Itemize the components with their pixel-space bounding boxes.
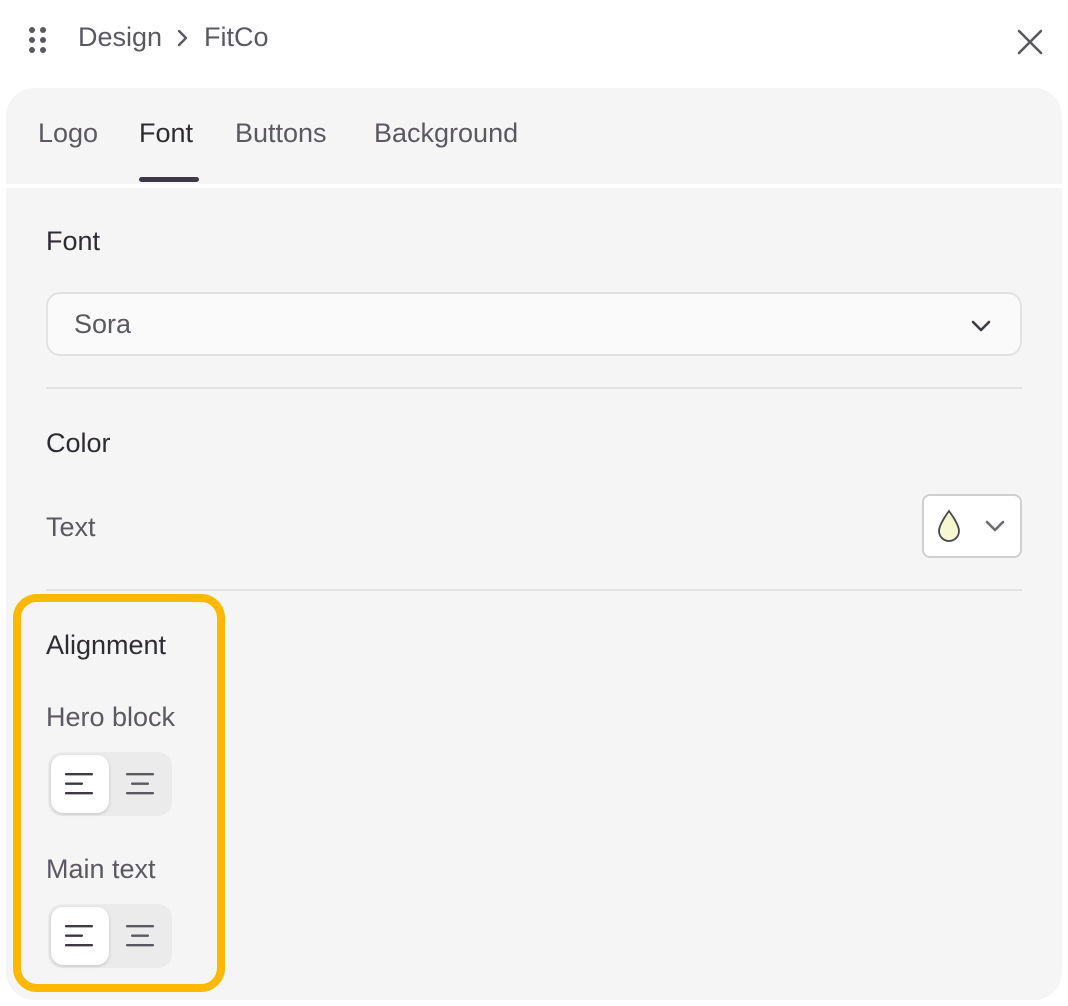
main-text-alignment-toggle (48, 904, 172, 968)
text-color-label: Text (46, 512, 96, 542)
breadcrumb-fitco: FitCo (204, 22, 269, 52)
chevron-down-icon (971, 320, 991, 332)
align-center-icon (126, 773, 154, 795)
main-align-center-button[interactable] (111, 907, 169, 965)
tabs-divider (6, 184, 1062, 188)
alignment-section-title: Alignment (46, 630, 167, 660)
tab-background[interactable]: Background (374, 118, 518, 149)
close-icon (1017, 29, 1043, 55)
align-left-icon (65, 773, 93, 795)
hero-align-left-button[interactable] (51, 755, 109, 813)
hero-align-center-button[interactable] (111, 755, 169, 813)
text-color-picker[interactable] (922, 494, 1022, 558)
align-center-icon (126, 925, 154, 947)
droplet-icon (938, 509, 960, 542)
chevron-down-icon (985, 520, 1005, 532)
main-align-left-button[interactable] (51, 907, 109, 965)
tab-font[interactable]: Font (139, 118, 193, 149)
section-divider (46, 589, 1022, 591)
active-tab-indicator (139, 177, 199, 182)
close-button[interactable] (1010, 22, 1050, 62)
tab-bar: Logo Font Buttons Background (6, 88, 1062, 184)
font-select-value: Sora (74, 309, 132, 339)
breadcrumb-design[interactable]: Design (78, 22, 162, 53)
main-text-label: Main text (46, 854, 156, 884)
color-section-title: Color (46, 428, 111, 458)
drag-handle-icon[interactable] (27, 25, 51, 57)
align-left-icon (65, 925, 93, 947)
tab-buttons[interactable]: Buttons (235, 118, 327, 149)
hero-block-alignment-toggle (48, 752, 172, 816)
breadcrumb: Design FitCo (78, 22, 269, 53)
font-select[interactable]: Sora (46, 292, 1022, 356)
section-divider (46, 387, 1022, 389)
top-bar: Design FitCo (0, 0, 1068, 82)
font-section-title: Font (46, 226, 101, 256)
design-panel: Logo Font Buttons Background Font Sora C… (6, 88, 1062, 1000)
chevron-right-icon (177, 29, 188, 46)
tab-logo[interactable]: Logo (38, 118, 98, 149)
hero-block-label: Hero block (46, 702, 176, 732)
